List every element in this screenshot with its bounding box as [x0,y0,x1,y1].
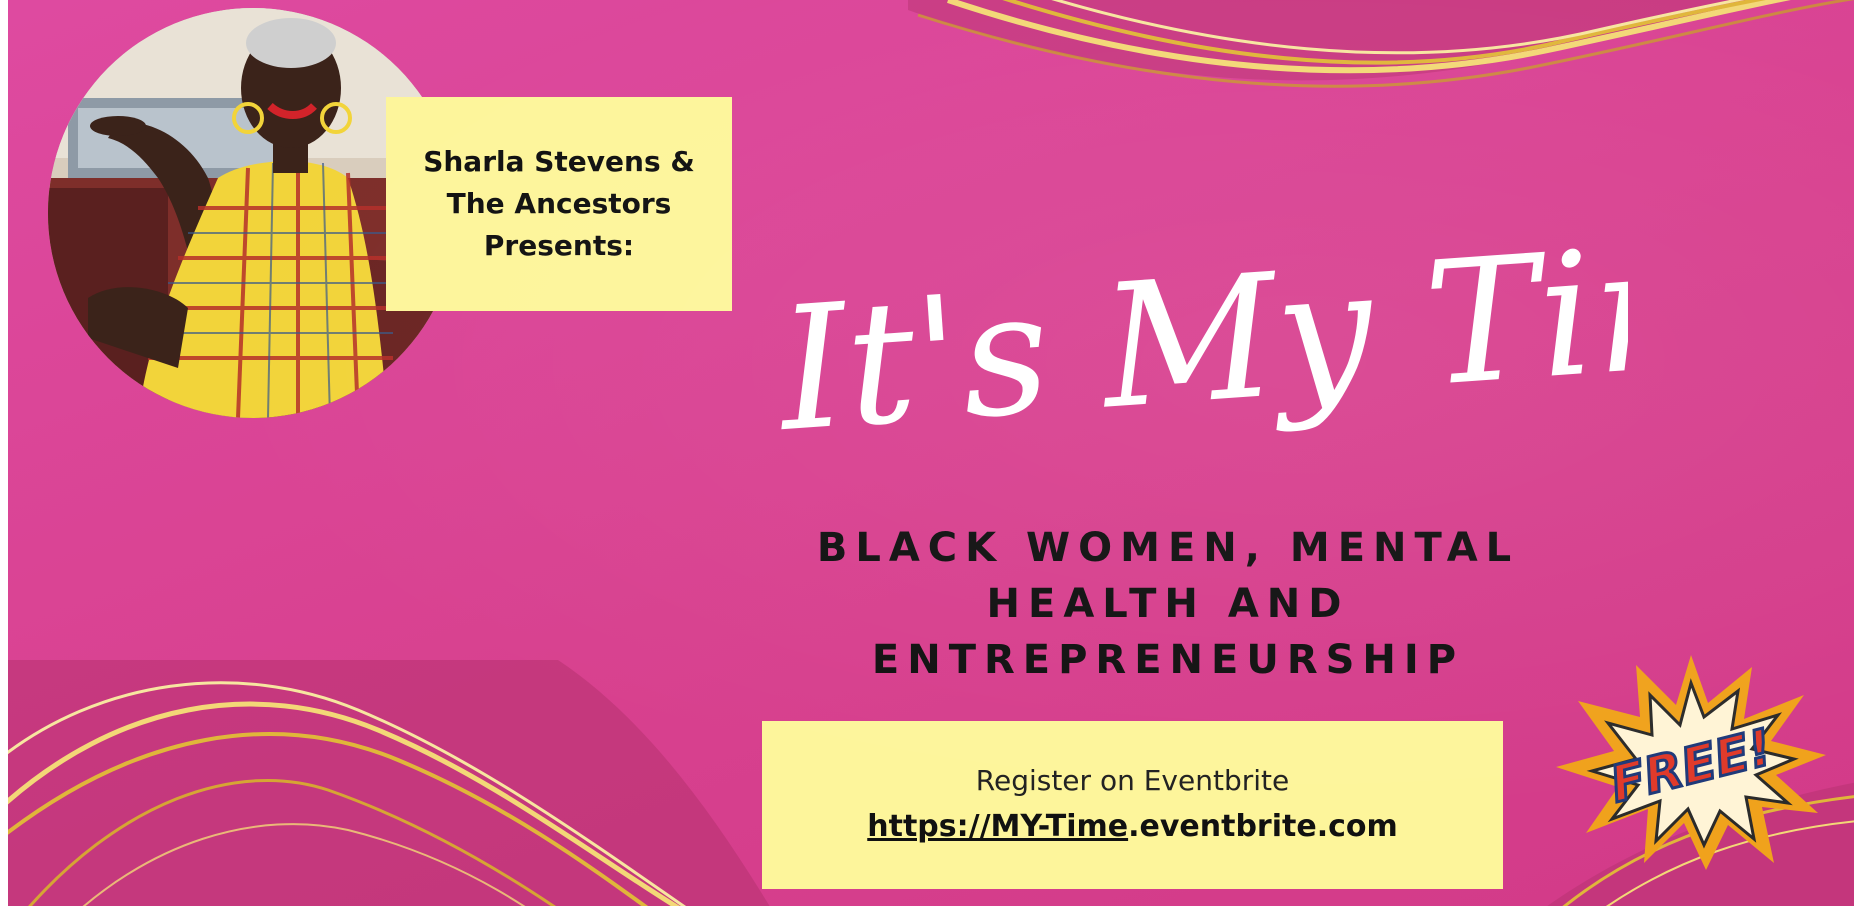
headline-line-2: HEALTH AND [986,581,1350,627]
register-link-domain[interactable]: .eventbrite.com [1128,809,1398,844]
event-title: It's My Time! [770,193,1628,471]
presenter-line-2: The Ancestors [446,187,672,220]
register-label: Register on Eventbrite [975,764,1290,797]
headline-line-1: BLACK WOMEN, MENTAL [816,525,1520,571]
register-box: Register on Eventbrite https://MY-Time.e… [762,721,1503,889]
presenter-line-1: Sharla Stevens & [423,145,695,178]
event-flyer: Sharla Stevens & The Ancestors Presents:… [8,0,1854,906]
register-link[interactable]: https://MY-Time.eventbrite.com [867,803,1398,851]
presenter-box: Sharla Stevens & The Ancestors Presents: [386,97,732,311]
event-title-text: It's My Time! [770,193,1628,471]
headline-line-3: ENTREPRENEURSHIP [871,637,1465,683]
register-link-underlined[interactable]: https://MY-Time [867,809,1128,844]
free-badge: FREE! [1556,655,1826,870]
gold-wave-bottom-left [8,660,770,906]
presenter-line-3: Presents: [483,229,635,262]
gold-wave-top [908,0,1854,88]
headline: BLACK WOMEN, MENTAL HEALTH AND ENTREPREN… [728,520,1608,688]
